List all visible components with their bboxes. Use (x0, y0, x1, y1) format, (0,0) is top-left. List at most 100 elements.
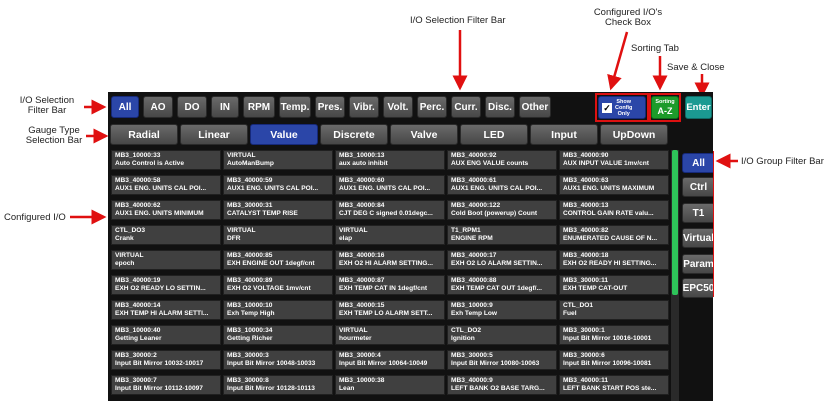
io-item[interactable]: MB3_40000:13 CONTROL GAIN RATE valu... (559, 200, 669, 220)
filter-perc-button[interactable]: Perc. (417, 96, 447, 118)
io-item-address: VIRTUAL (227, 152, 256, 159)
io-item-address: MB3_40000:17 (451, 252, 497, 259)
filter-pres-button[interactable]: Pres. (315, 96, 345, 118)
io-item[interactable]: MB3_40000:88 EXH TEMP CAT OUT 1degf/... (447, 275, 557, 295)
io-item[interactable]: MB3_30000:3 Input Bit Mirror 10048-10033 (223, 350, 333, 370)
io-item[interactable]: MB3_40000:19 EXH O2 READY LO SETTIN... (111, 275, 221, 295)
io-item[interactable]: MB3_30000:8 Input Bit Mirror 10128-10113 (223, 375, 333, 395)
io-item[interactable]: MB3_30000:5 Input Bit Mirror 10080-10063 (447, 350, 557, 370)
filter-volt-button[interactable]: Volt. (383, 96, 413, 118)
io-item-description: LEFT BANK START POS ste... (563, 385, 657, 393)
io-item[interactable]: VIRTUAL AutoManBump (223, 150, 333, 170)
gauge-type-valve-button[interactable]: Valve (390, 124, 458, 145)
io-item-description: Getting Richer (227, 335, 273, 343)
io-item[interactable]: VIRTUAL epoch (111, 250, 221, 270)
io-item[interactable]: MB3_10000:13 aux auto inhibit (335, 150, 445, 170)
io-item-description: EXH ENGINE OUT 1degf/cnt (227, 260, 315, 268)
io-item[interactable]: MB3_40000:92 AUX ENG VALUE counts (447, 150, 557, 170)
io-item-description: AUX1 ENG. UNITS CAL POI... (451, 185, 543, 193)
io-item[interactable]: MB3_30000:7 Input Bit Mirror 10112-10097 (111, 375, 221, 395)
io-item-description: EXH O2 READY LO SETTIN... (115, 285, 206, 293)
io-item[interactable]: MB3_40000:84 CJT DEG C signed 0.01degc... (335, 200, 445, 220)
io-item[interactable]: MB3_40000:15 EXH TEMP LO ALARM SETT... (335, 300, 445, 320)
io-item[interactable]: MB3_40000:85 EXH ENGINE OUT 1degf/cnt (223, 250, 333, 270)
io-item[interactable]: MB3_40000:17 EXH O2 LO ALARM SETTIN... (447, 250, 557, 270)
io-item-description: EXH TEMP HI ALARM SETTI... (115, 310, 209, 318)
grid-scrollbar[interactable] (671, 150, 679, 401)
io-item-address: CTL_DO2 (451, 327, 482, 334)
gauge-type-input-button[interactable]: Input (530, 124, 598, 145)
io-item[interactable]: MB3_40000:59 AUX1 ENG. UNITS CAL POI... (223, 175, 333, 195)
io-item-address: VIRTUAL (339, 227, 368, 234)
io-item[interactable]: VIRTUAL DFR (223, 225, 333, 245)
io-item[interactable]: MB3_30000:2 Input Bit Mirror 10032-10017 (111, 350, 221, 370)
annotation-configured-check-line2: Check Box (605, 17, 651, 29)
group-filter-epc50-button[interactable]: EPC50 (682, 278, 713, 298)
io-item[interactable]: CTL_DO3 Crank (111, 225, 221, 245)
gauge-type-radial-button[interactable]: Radial (110, 124, 178, 145)
io-item[interactable]: MB3_40000:122 Cold Boot (powerup) Count (447, 200, 557, 220)
io-item[interactable]: MB3_40000:16 EXH O2 HI ALARM SETTING... (335, 250, 445, 270)
io-item[interactable]: MB3_30000:6 Input Bit Mirror 10096-10081 (559, 350, 669, 370)
gauge-type-discrete-button[interactable]: Discrete (320, 124, 388, 145)
filter-in-button[interactable]: IN (211, 96, 239, 118)
io-item[interactable]: MB3_30000:31 CATALYST TEMP RISE (223, 200, 333, 220)
io-item-address: MB3_10000:34 (227, 327, 273, 334)
io-item[interactable]: MB3_30000:4 Input Bit Mirror 10064-10049 (335, 350, 445, 370)
group-filter-param-button[interactable]: Param (682, 254, 713, 274)
io-item[interactable]: VIRTUAL hourmeter (335, 325, 445, 345)
filter-curr-button[interactable]: Curr. (451, 96, 481, 118)
io-item[interactable]: T1_RPM1 ENGINE RPM (447, 225, 557, 245)
io-item-address: MB3_30000:4 (339, 352, 381, 359)
group-filter-virtual-button[interactable]: Virtual (682, 228, 713, 248)
gauge-type-updown-button[interactable]: UpDown (600, 124, 668, 145)
filter-ao-button[interactable]: AO (143, 96, 173, 118)
io-item[interactable]: MB3_40000:11 LEFT BANK START POS ste... (559, 375, 669, 395)
filter-all-button[interactable]: All (111, 96, 139, 118)
io-item[interactable]: MB3_30000:11 EXH TEMP CAT-OUT (559, 275, 669, 295)
filter-vibr-button[interactable]: Vibr. (349, 96, 379, 118)
group-filter-ctrl-button[interactable]: Ctrl (682, 177, 713, 197)
gauge-type-value-button[interactable]: Value (250, 124, 318, 145)
io-item[interactable]: CTL_DO2 Ignition (447, 325, 557, 345)
io-item[interactable]: MB3_40000:82 ENUMERATED CAUSE OF N... (559, 225, 669, 245)
gauge-type-linear-button[interactable]: Linear (180, 124, 248, 145)
filter-other-button[interactable]: Other (519, 96, 551, 118)
io-item[interactable]: MB3_40000:63 AUX1 ENG. UNITS MAXIMUM (559, 175, 669, 195)
io-item[interactable]: CTL_DO1 Fuel (559, 300, 669, 320)
io-item[interactable]: MB3_40000:9 LEFT BANK O2 BASE TARG... (447, 375, 557, 395)
gauge-type-led-button[interactable]: LED (460, 124, 528, 145)
io-item[interactable]: MB3_10000:9 Exh Temp Low (447, 300, 557, 320)
io-item-description: EXH TEMP CAT OUT 1degf/... (451, 285, 542, 293)
group-filter-t1-button[interactable]: T1 (682, 203, 713, 223)
io-item[interactable]: MB3_10000:34 Getting Richer (223, 325, 333, 345)
io-item-description: Auto Control is Active (115, 160, 184, 168)
annotation-configured-check: Configured I/O's Check Box (578, 7, 678, 29)
io-item[interactable]: MB3_40000:18 EXH O2 READY HI SETTING... (559, 250, 669, 270)
io-item[interactable]: MB3_10000:33 Auto Control is Active (111, 150, 221, 170)
io-item-address: T1_RPM1 (451, 227, 481, 234)
io-item[interactable]: MB3_40000:60 AUX1 ENG. UNITS CAL POI... (335, 175, 445, 195)
io-item[interactable]: MB3_10000:38 Lean (335, 375, 445, 395)
grid-scrollbar-thumb[interactable] (672, 150, 678, 295)
filter-temp-button[interactable]: Temp. (279, 96, 311, 118)
io-item[interactable]: MB3_10000:40 Getting Leaner (111, 325, 221, 345)
filter-do-button[interactable]: DO (177, 96, 207, 118)
io-item[interactable]: VIRTUAL elap (335, 225, 445, 245)
io-item[interactable]: MB3_40000:58 AUX1 ENG. UNITS CAL POI... (111, 175, 221, 195)
io-item-address: MB3_40000:13 (563, 202, 609, 209)
io-item[interactable]: MB3_40000:89 EXH O2 VOLTAGE 1mv/cnt (223, 275, 333, 295)
group-filter-all-button[interactable]: All (682, 153, 713, 173)
io-item-address: MB3_40000:11 (563, 377, 609, 384)
io-item[interactable]: MB3_40000:90 AUX INPUT VALUE 1mv/cnt (559, 150, 669, 170)
io-item[interactable]: MB3_10000:10 Exh Temp High (223, 300, 333, 320)
io-item[interactable]: MB3_40000:87 EXH TEMP CAT IN 1degf/cnt (335, 275, 445, 295)
filter-rpm-button[interactable]: RPM (243, 96, 275, 118)
filter-disc-button[interactable]: Disc. (485, 96, 515, 118)
io-item[interactable]: MB3_40000:61 AUX1 ENG. UNITS CAL POI... (447, 175, 557, 195)
io-item[interactable]: MB3_30000:1 Input Bit Mirror 10016-10001 (559, 325, 669, 345)
io-item[interactable]: MB3_40000:62 AUX1 ENG. UNITS MINIMUM (111, 200, 221, 220)
enter-button[interactable]: Enter (685, 96, 712, 119)
io-item-description: EXH O2 HI ALARM SETTING... (339, 260, 433, 268)
io-item[interactable]: MB3_40000:14 EXH TEMP HI ALARM SETTI... (111, 300, 221, 320)
